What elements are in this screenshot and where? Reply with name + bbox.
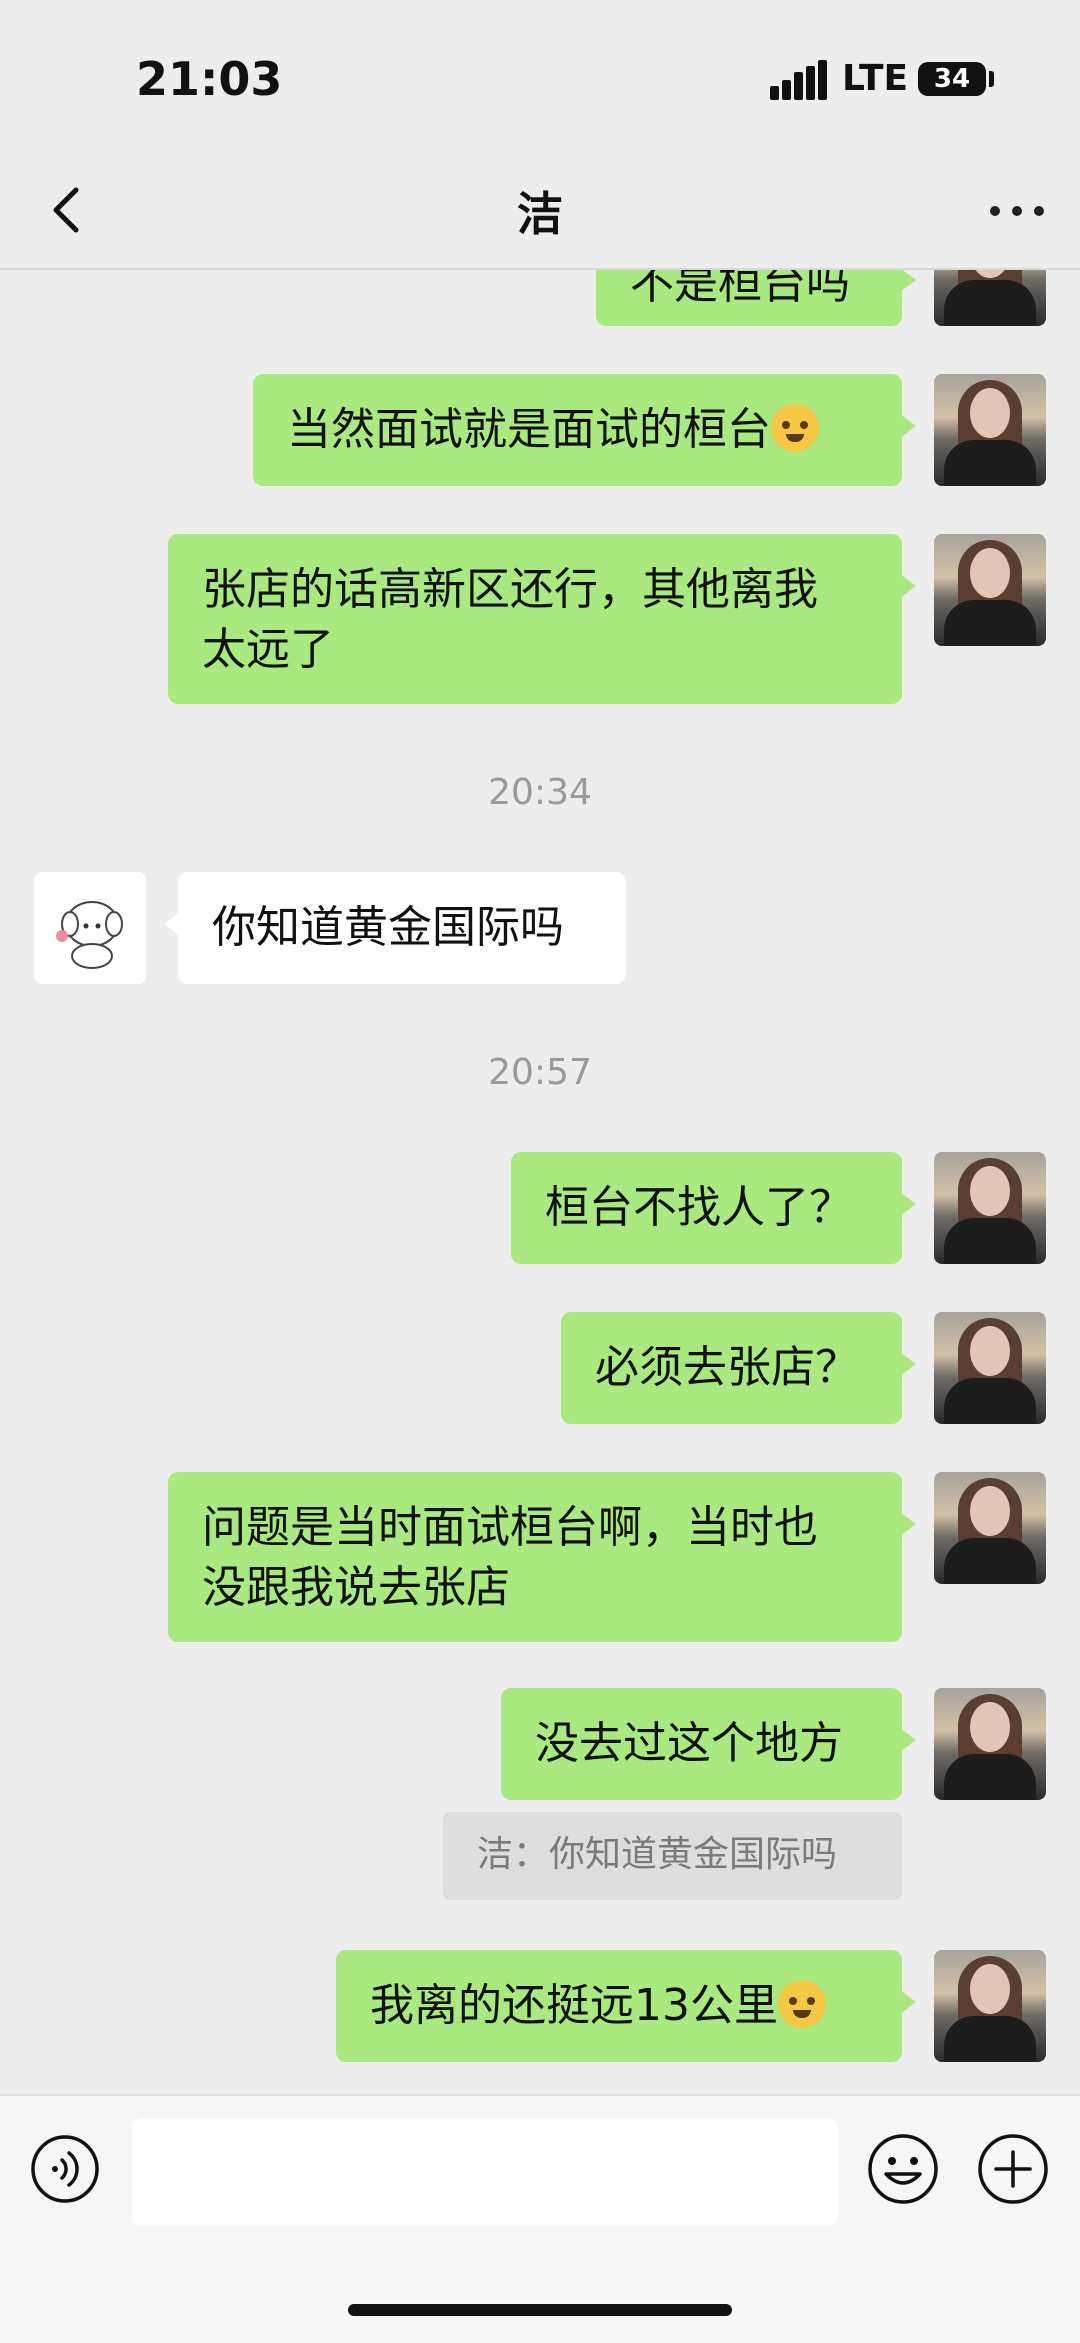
message-text-line: 没跟我说去张店 bbox=[202, 1562, 510, 1613]
avatar[interactable] bbox=[934, 1950, 1046, 2062]
message-input[interactable] bbox=[132, 2118, 838, 2226]
message-bubble[interactable]: 必须去张店？ bbox=[561, 1312, 916, 1424]
avatar[interactable] bbox=[934, 268, 1046, 326]
message-text: 我离的还挺远13公里 bbox=[370, 1980, 778, 2031]
message-list[interactable]: 不是桓台吗 当然面试就是面试的桓台 张店的话高新区还行，其他离我 太远了 20:… bbox=[0, 268, 1080, 2094]
message-bubble[interactable]: 当然面试就是面试的桓台 bbox=[253, 374, 916, 486]
message-text-line: 张店的话高新区还行，其他离我 bbox=[202, 564, 818, 615]
battery-tip bbox=[989, 71, 994, 87]
message-text: 没去过这个地方 bbox=[535, 1718, 843, 1769]
message-bubble[interactable]: 我离的还挺远13公里 bbox=[336, 1950, 916, 2062]
emoji-icon[interactable] bbox=[866, 2132, 940, 2206]
avatar[interactable] bbox=[934, 1152, 1046, 1264]
message-text: 必须去张店？ bbox=[595, 1342, 859, 1393]
plus-icon[interactable] bbox=[976, 2132, 1050, 2206]
message-text-line: 问题是当时面试桓台啊，当时也 bbox=[202, 1502, 818, 1553]
message-text-line: 太远了 bbox=[202, 624, 334, 675]
message-bubble[interactable]: 张店的话高新区还行，其他离我 太远了 bbox=[168, 534, 916, 704]
avatar[interactable] bbox=[934, 534, 1046, 646]
home-indicator[interactable] bbox=[348, 2304, 732, 2316]
message-bubble[interactable]: 问题是当时面试桓台啊，当时也 没跟我说去张店 bbox=[168, 1472, 916, 1642]
quoted-message[interactable]: 洁：你知道黄金国际吗 bbox=[443, 1812, 902, 1900]
message-bubble[interactable]: 桓台不找人了？ bbox=[511, 1152, 916, 1264]
avatar[interactable] bbox=[934, 1688, 1046, 1800]
voice-icon[interactable] bbox=[30, 2134, 100, 2204]
message-text: 桓台不找人了？ bbox=[545, 1182, 853, 1233]
avatar[interactable] bbox=[34, 872, 146, 984]
timestamp: 20:57 bbox=[488, 1052, 592, 1093]
message-bubble[interactable]: 不是桓台吗 bbox=[596, 268, 916, 326]
chat-header: 洁 bbox=[0, 150, 1080, 270]
message-text: 你知道黄金国际吗 bbox=[212, 902, 564, 953]
avatar[interactable] bbox=[934, 1312, 1046, 1424]
message-bubble[interactable]: 没去过这个地方 bbox=[501, 1688, 916, 1800]
status-time: 21:03 bbox=[136, 52, 283, 106]
network-type: LTE bbox=[842, 58, 909, 99]
battery-icon: 34 bbox=[918, 62, 986, 96]
message-text: 当然面试就是面试的桓台 bbox=[287, 404, 771, 455]
crying-emoji-icon bbox=[778, 1980, 826, 2028]
avatar[interactable] bbox=[934, 374, 1046, 486]
status-bar: 21:03 LTE 34 bbox=[0, 0, 1080, 150]
avatar[interactable] bbox=[934, 1472, 1046, 1584]
timestamp: 20:34 bbox=[488, 772, 592, 813]
facepalm-emoji-icon bbox=[771, 404, 819, 452]
message-text: 不是桓台吗 bbox=[630, 268, 850, 309]
quoted-text: 洁：你知道黄金国际吗 bbox=[477, 1834, 838, 1875]
more-dots-icon[interactable] bbox=[982, 180, 1052, 240]
puppy-avatar-icon bbox=[56, 901, 123, 969]
message-bubble[interactable]: 你知道黄金国际吗 bbox=[164, 872, 626, 984]
signal-icon bbox=[770, 60, 828, 100]
chat-title: 洁 bbox=[517, 187, 563, 241]
